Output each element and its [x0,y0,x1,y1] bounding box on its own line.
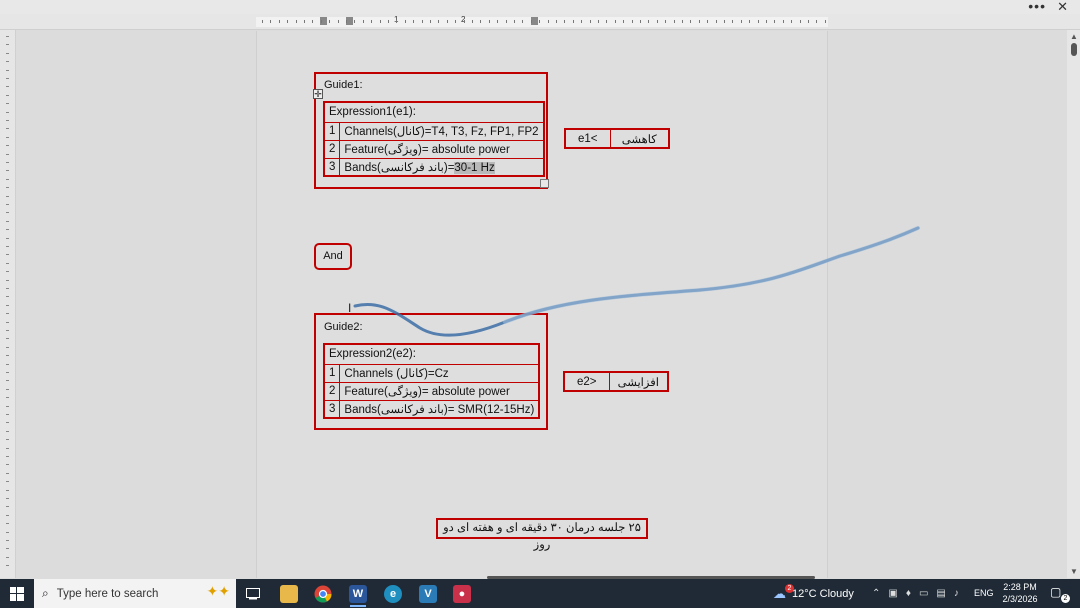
chrome-button[interactable] [306,579,340,608]
scroll-down-icon[interactable]: ▼ [1070,567,1078,576]
meet-now-icon[interactable]: ▣ [888,588,897,599]
notification-center-button[interactable]: ▢ 2 [1050,585,1070,603]
text-cursor-icon: I [348,301,352,315]
app-red-icon: ● [453,584,471,603]
app-red-button[interactable]: ● [445,579,479,608]
network-icon[interactable]: ▤ [936,588,945,599]
file-explorer-button[interactable] [272,579,306,608]
language-indicator[interactable]: ENG [974,588,994,598]
task-view-button[interactable] [236,579,270,608]
task-view-icon [246,587,260,599]
start-button[interactable] [0,579,34,608]
app-v-icon: V [419,584,437,603]
ink-stroke [353,226,920,337]
word-window: ••• ✕ ◢ 1 2 Guide1: Expression1(e1): 1 C… [0,0,1080,608]
chrome-icon [314,585,332,602]
edge-button[interactable]: e [376,579,410,608]
scroll-up-icon[interactable]: ▲ [1070,32,1078,41]
volume-icon[interactable]: ♪ [954,588,959,599]
notification-count: 2 [1061,594,1070,603]
chevron-up-icon[interactable]: ⌃ [872,588,880,599]
scrollbar-thumb[interactable] [1071,43,1077,56]
clock[interactable]: 2:28 PM 2/3/2026 [1000,581,1040,605]
weather-widget[interactable]: ☁ 2 12°C Cloudy [773,579,854,608]
folder-icon [280,584,298,603]
system-tray: ⌃ ▣ ♦ ▭ ▤ ♪ [872,579,959,608]
windows-logo-icon [10,586,24,601]
weather-text: 12°C Cloudy [792,587,854,600]
vertical-scrollbar[interactable]: ▲ ▼ [1067,30,1080,578]
clock-time: 2:28 PM [1003,582,1037,592]
search-placeholder: Type here to search [56,587,159,600]
notification-icon: ▢ [1050,585,1062,599]
taskbar: ⌕ Type here to search ✦✦ W e V ● ☁ 2 12°… [0,579,1080,608]
search-icon: ⌕ [42,586,49,600]
app-v-button[interactable]: V [411,579,445,608]
taskbar-search-box[interactable]: ⌕ Type here to search ✦✦ [34,579,236,608]
search-highlight-icon: ✦✦ [206,583,230,599]
clock-date: 2/3/2026 [1002,594,1038,604]
edge-icon: e [384,584,402,603]
word-icon: W [349,584,367,603]
microphone-icon[interactable]: ♦ [906,588,911,599]
weather-badge: 2 [785,584,794,593]
battery-icon[interactable]: ▭ [919,588,928,599]
word-button[interactable]: W [341,579,375,608]
